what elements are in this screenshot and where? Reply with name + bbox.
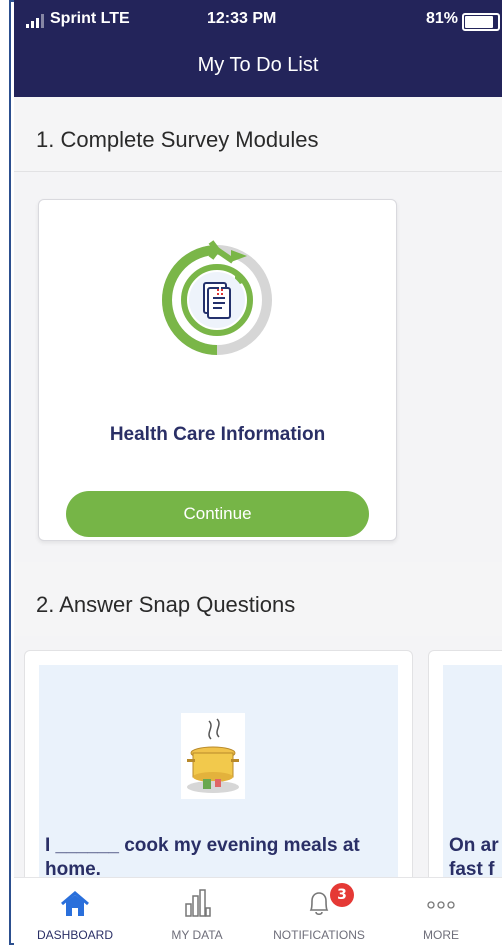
snap-question-text: On ar fast f bbox=[449, 835, 499, 880]
section-header-survey: 1. Complete Survey Modules bbox=[14, 97, 502, 172]
status-bar: Sprint LTE 12:33 PM 81% bbox=[14, 10, 502, 32]
snap-question-text: I ______ cook my evening meals at home. bbox=[45, 835, 360, 880]
section-title: 2. Answer Snap Questions bbox=[36, 592, 296, 617]
survey-title: Health Care Information bbox=[109, 424, 326, 445]
battery-icon bbox=[462, 13, 500, 31]
tab-notifications[interactable]: 3 NOTIFICATIONS bbox=[258, 878, 380, 945]
snap-question-card[interactable]: I ______ cook my evening meals at home. bbox=[24, 650, 413, 902]
survey-module-card[interactable]: Health Care Information Continue bbox=[38, 199, 397, 541]
tab-label: DASHBOARD bbox=[36, 928, 113, 942]
tab-my-data[interactable]: MY DATA bbox=[136, 878, 258, 945]
tab-more[interactable]: MORE bbox=[380, 878, 502, 945]
carrier-label: Sprint LTE bbox=[50, 10, 130, 27]
tab-label: NOTIFICATIONS bbox=[273, 928, 365, 942]
snap-questions-carousel[interactable]: I ______ cook my evening meals at home. … bbox=[14, 636, 502, 902]
section-title: 1. Complete Survey Modules bbox=[36, 127, 319, 152]
tab-dashboard[interactable]: DASHBOARD bbox=[14, 878, 136, 945]
snap-question-card-next[interactable]: On ar fast f bbox=[428, 650, 502, 902]
frame-border-left bbox=[9, 0, 11, 945]
bell-icon bbox=[309, 892, 329, 916]
tab-label: MORE bbox=[423, 928, 459, 942]
signal-strength-icon bbox=[26, 14, 46, 28]
battery-percent: 81% bbox=[425, 10, 458, 27]
page-title: My To Do List bbox=[197, 54, 319, 76]
notification-count-badge: 3 bbox=[330, 883, 354, 907]
section-header-snap: 2. Answer Snap Questions bbox=[14, 562, 502, 637]
continue-button[interactable]: Continue bbox=[66, 491, 369, 537]
app-header: Sprint LTE 12:33 PM 81% My To Do List bbox=[14, 0, 502, 97]
survey-progress-icon bbox=[162, 240, 272, 355]
clock: 12:33 PM bbox=[207, 10, 277, 27]
home-icon bbox=[61, 891, 89, 916]
cooking-pot-icon bbox=[181, 713, 245, 799]
more-icon bbox=[427, 901, 455, 909]
phone-screen: Sprint LTE 12:33 PM 81% My To Do List 1.… bbox=[14, 0, 502, 945]
outer-frame bbox=[0, 0, 14, 945]
bar-chart-icon bbox=[185, 889, 211, 917]
battery-level bbox=[465, 16, 493, 28]
bottom-tab-bar: DASHBOARD MY DATA 3 NOTIFICATIONS MORE bbox=[14, 877, 502, 945]
tab-label: MY DATA bbox=[171, 928, 223, 942]
survey-carousel[interactable]: Health Care Information Continue bbox=[14, 175, 502, 561]
